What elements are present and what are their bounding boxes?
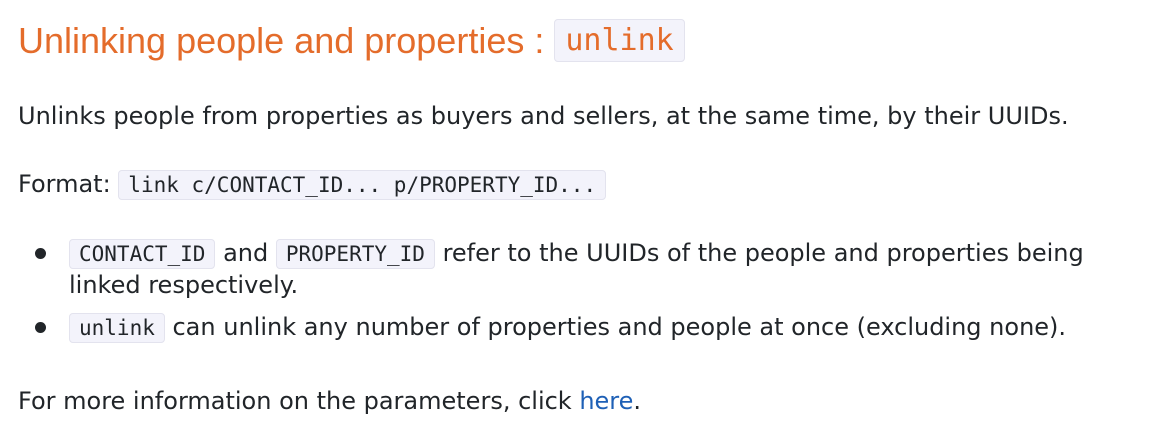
heading-text: Unlinking people and properties :	[18, 20, 555, 61]
unlink-command-code: unlink	[69, 313, 165, 343]
here-link[interactable]: here	[579, 387, 633, 415]
heading-command-code: unlink	[554, 19, 685, 62]
contact-id-code: CONTACT_ID	[69, 239, 216, 269]
description-paragraph: Unlinks people from properties as buyers…	[18, 102, 1069, 130]
more-info-suffix: .	[633, 387, 642, 415]
section-heading: Unlinking people and properties : unlink	[18, 16, 685, 69]
list-item-text-continued: linked respectively.	[69, 271, 299, 299]
bullet-icon	[35, 248, 46, 259]
format-syntax-code: link c/CONTACT_ID... p/PROPERTY_ID...	[118, 170, 607, 200]
more-info-text: For more information on the parameters, …	[18, 387, 580, 415]
list-item-text: and	[215, 239, 276, 267]
list-item-text: refer to the UUIDs of the people and pro…	[434, 239, 1084, 267]
notes-list: CONTACT_ID and PROPERTY_ID refer to the …	[18, 232, 1148, 350]
format-paragraph: Format: link c/CONTACT_ID... p/PROPERTY_…	[18, 166, 607, 203]
list-item-text: can unlink any number of properties and …	[164, 313, 1067, 341]
bullet-icon	[35, 322, 46, 333]
list-item: CONTACT_ID and PROPERTY_ID refer to the …	[18, 232, 1148, 300]
list-item: unlink can unlink any number of properti…	[18, 306, 1148, 350]
format-label: Format:	[18, 170, 119, 198]
more-info-paragraph: For more information on the parameters, …	[18, 383, 641, 419]
documentation-section: Unlinking people and properties : unlink…	[0, 0, 1155, 437]
property-id-code: PROPERTY_ID	[275, 239, 435, 269]
